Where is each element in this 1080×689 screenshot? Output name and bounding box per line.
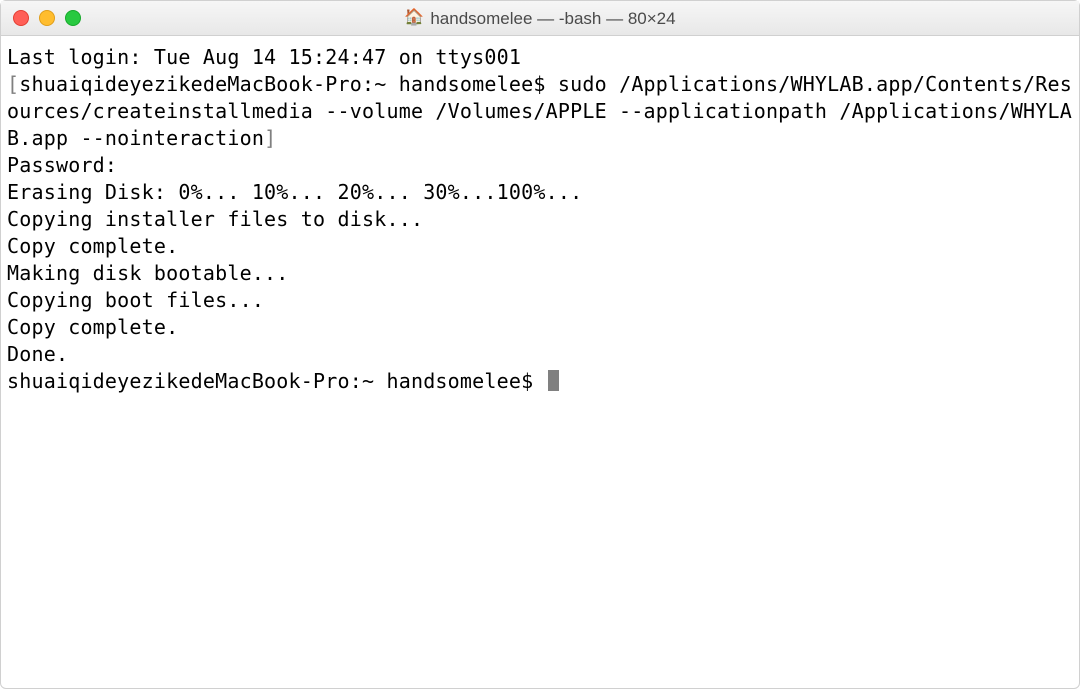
output-line: Erasing Disk: 0%... 10%... 20%... 30%...… <box>7 180 582 204</box>
traffic-lights <box>13 10 81 26</box>
output-line: Copy complete. <box>7 234 178 258</box>
window-title: 🏠 handsomelee — -bash — 80×24 <box>404 5 675 32</box>
last-login-line: Last login: Tue Aug 14 15:24:47 on ttys0… <box>7 45 521 69</box>
output-line: Making disk bootable... <box>7 261 289 285</box>
terminal-window: 🏠 handsomelee — -bash — 80×24 Last login… <box>0 0 1080 689</box>
shell-prompt: shuaiqideyezikedeMacBook-Pro:~ handsomel… <box>19 72 545 96</box>
home-icon: 🏠 <box>404 10 424 26</box>
zoom-icon[interactable] <box>65 10 81 26</box>
shell-prompt: shuaiqideyezikedeMacBook-Pro:~ handsomel… <box>7 369 533 393</box>
titlebar[interactable]: 🏠 handsomelee — -bash — 80×24 <box>1 1 1079 36</box>
cursor-icon <box>548 370 559 391</box>
output-line: Copy complete. <box>7 315 178 339</box>
prompt-open-bracket: [ <box>7 72 19 96</box>
output-line: Copying installer files to disk... <box>7 207 423 231</box>
output-line: Done. <box>7 342 68 366</box>
close-icon[interactable] <box>13 10 29 26</box>
window-title-text: handsomelee — -bash — 80×24 <box>430 5 675 32</box>
minimize-icon[interactable] <box>39 10 55 26</box>
output-line: Copying boot files... <box>7 288 264 312</box>
prompt-close-bracket: ] <box>264 126 276 150</box>
password-prompt: Password: <box>7 153 117 177</box>
terminal-body[interactable]: Last login: Tue Aug 14 15:24:47 on ttys0… <box>1 36 1079 688</box>
